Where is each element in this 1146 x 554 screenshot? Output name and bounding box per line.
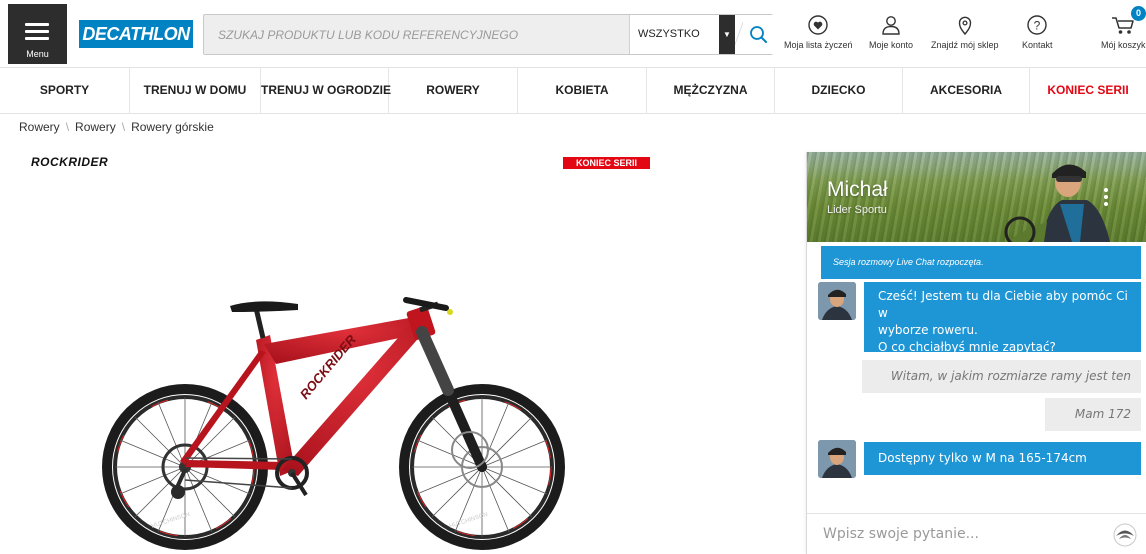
menu-button[interactable]: Menu <box>8 4 67 64</box>
search-bar: WSZYSTKO ▼ <box>203 14 773 55</box>
account-link[interactable]: Moje konto <box>869 14 913 50</box>
site-header: Menu DECATHLON WSZYSTKO ▼ Moja lista życ… <box>0 0 1146 66</box>
chat-input-bar <box>807 513 1146 554</box>
search-input[interactable] <box>204 15 628 54</box>
product-brand[interactable]: ROCKRIDER <box>31 155 108 169</box>
heart-icon <box>808 15 828 35</box>
location-pin-icon <box>958 16 971 36</box>
wishlist-link[interactable]: Moja lista życzeń <box>784 14 853 50</box>
user-icon <box>882 16 900 35</box>
decathlon-logo[interactable]: DECATHLON <box>79 20 193 48</box>
nav-item-sporty[interactable]: SPORTY <box>0 68 130 113</box>
search-category-select[interactable]: WSZYSTKO ▼ <box>629 15 735 54</box>
saddle <box>230 301 298 339</box>
breadcrumb-separator: \ <box>65 120 70 134</box>
live-chat-panel: Michał Lider Sportu Sesja rozmowy Live C… <box>806 152 1146 554</box>
chat-message-user: Witam, w jakim rozmiarze ramy jest ten R… <box>862 360 1141 416</box>
chat-header: Michał Lider Sportu <box>807 152 1146 242</box>
chat-agent-name: Michał <box>827 178 888 201</box>
account-label: Moje konto <box>869 40 914 50</box>
chat-system-message: Sesja rozmowy Live Chat rozpoczęta. <box>821 246 1141 279</box>
search-button[interactable] <box>743 15 773 54</box>
nav-item-kobieta[interactable]: KOBIETA <box>518 68 647 113</box>
breadcrumb: Rowery \ Rowery \ Rowery górskie <box>19 120 214 134</box>
chat-message-line: wyborze roweru. <box>878 323 978 337</box>
nav-item-trenuj-w-domu[interactable]: TRENUJ W DOMU <box>130 68 261 113</box>
end-of-series-badge: KONIEC SERII <box>563 157 650 169</box>
hamburger-icon <box>25 23 49 44</box>
breadcrumb-separator: \ <box>121 120 126 134</box>
cart-count-badge: 0 <box>1131 6 1146 21</box>
cart-label: Mój koszyk <box>1101 40 1146 50</box>
chat-send-button[interactable] <box>1113 523 1137 547</box>
send-icon <box>1113 523 1137 547</box>
main-nav: SPORTY TRENUJ W DOMU TRENUJ W OGRODZIE R… <box>0 67 1146 114</box>
nav-item-rowery[interactable]: ROWERY <box>389 68 518 113</box>
nav-item-koniec-serii[interactable]: KONIEC SERII <box>1030 68 1146 113</box>
nav-item-trenuj-w-ogrodzie[interactable]: TRENUJ W OGRODZIE <box>261 68 391 113</box>
help-icon: ? <box>1027 15 1047 35</box>
chat-message-line: Dostępny tylko w M na 165-174cm <box>878 451 1087 465</box>
chat-message-line: Cześć! Jestem tu dla Ciebie aby pomóc Ci… <box>878 289 1128 320</box>
breadcrumb-link[interactable]: Rowery <box>19 120 60 134</box>
wishlist-label: Moja lista życzeń <box>784 40 853 50</box>
svg-text:?: ? <box>1034 19 1041 33</box>
search-icon <box>750 26 767 43</box>
chat-agent-role: Lider Sportu <box>827 204 887 216</box>
search-divider <box>735 15 743 54</box>
store-locator-link[interactable]: Znajdź mój sklep <box>931 14 999 50</box>
agent-avatar <box>818 282 856 320</box>
nav-item-dziecko[interactable]: DZIECKO <box>775 68 903 113</box>
more-options-icon[interactable] <box>1099 188 1113 212</box>
caret-down-icon: ▼ <box>719 15 735 54</box>
chat-message-agent: Cześć! Jestem tu dla Ciebie aby pomóc Ci… <box>864 282 1141 354</box>
product-image-bike[interactable]: HUTCHINSON HUTCHINSON ROCKRIDER <box>70 280 580 554</box>
cart-link[interactable]: 0 Mój koszyk <box>1101 6 1146 50</box>
chat-message-line: O co chciałbyś mnie zapytać? <box>878 340 1056 354</box>
chat-message-input[interactable] <box>807 514 1097 554</box>
nav-item-mezczyzna[interactable]: MĘŻCZYZNA <box>647 68 775 113</box>
nav-item-akcesoria[interactable]: AKCESORIA <box>903 68 1030 113</box>
chat-message-agent: Dostępny tylko w M na 165-174cm <box>864 442 1141 475</box>
front-tire-text: HUTCHINSON <box>449 512 489 530</box>
search-category-label: WSZYSTKO <box>638 28 700 40</box>
breadcrumb-link[interactable]: Rowery <box>75 120 116 134</box>
breadcrumb-link-current[interactable]: Rowery górskie <box>131 120 214 134</box>
contact-label: Kontakt <box>1022 40 1053 50</box>
chat-message-user: Mam 172 cm <box>1045 398 1141 454</box>
agent-avatar <box>818 440 856 478</box>
contact-link[interactable]: ? Kontakt <box>1022 14 1053 50</box>
menu-label: Menu <box>26 49 49 59</box>
suspension-fork <box>416 326 489 472</box>
store-locator-label: Znajdź mój sklep <box>931 40 999 50</box>
